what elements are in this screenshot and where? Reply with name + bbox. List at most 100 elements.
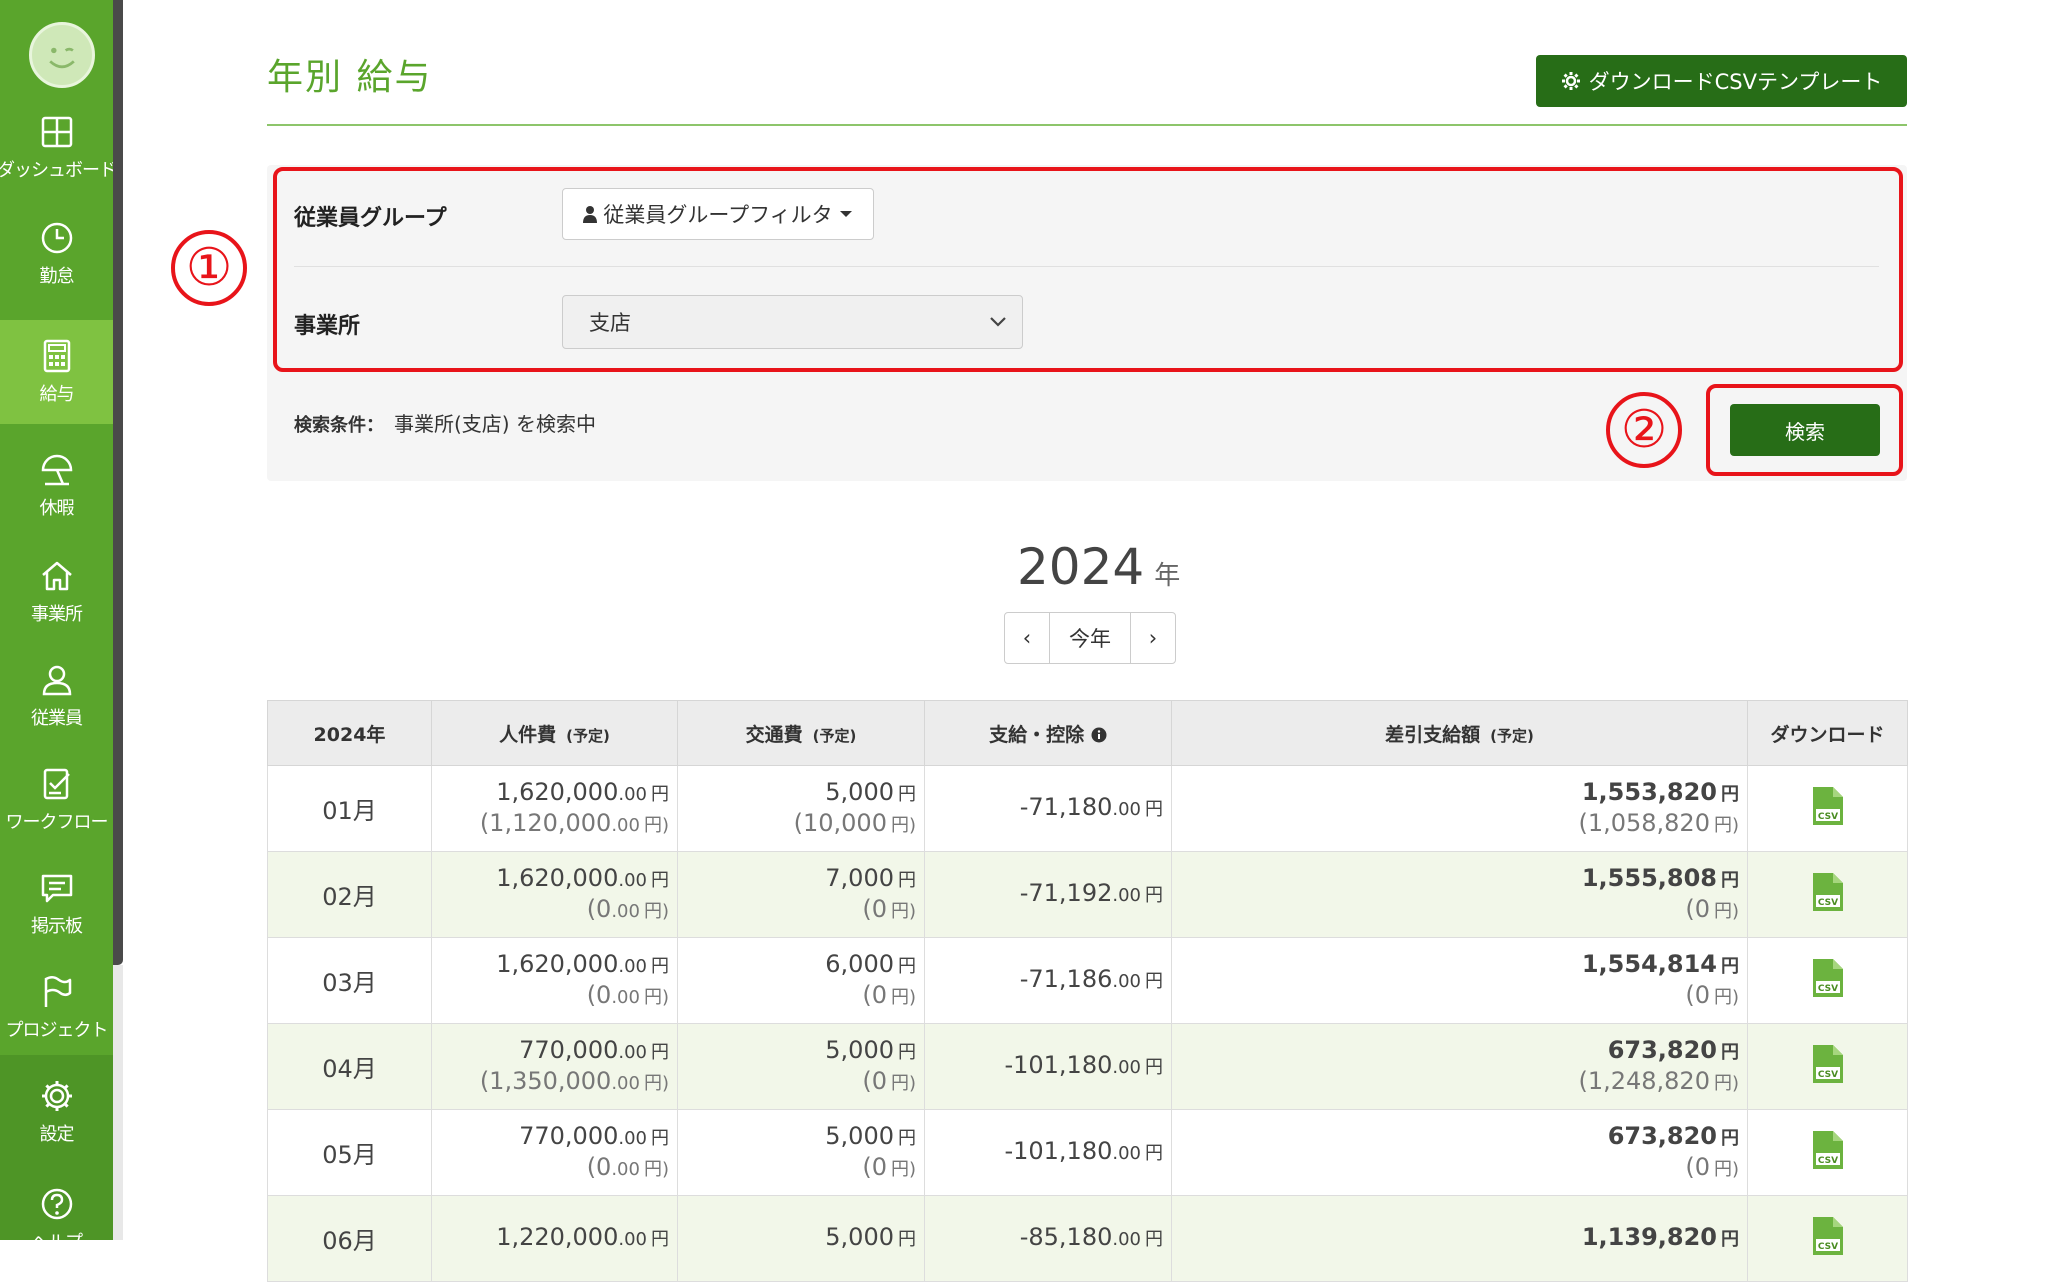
table-row: 06月 1,220,000.00 円 5,000 円 -85,180.00 円 1,139,8… (267, 1195, 1908, 1282)
csv-download-button[interactable]: CSV (1747, 1109, 1908, 1196)
column-header-transport: 交通費 (予定) (677, 700, 925, 766)
avatar[interactable] (29, 22, 95, 88)
sidebar-scroll-track (113, 965, 123, 1240)
net-pay-cell: 1,139,820 円 (1171, 1195, 1748, 1282)
column-header-payment: 支給・控除 (924, 700, 1172, 766)
net-pay-cell: 1,555,808 円 (0 円) (1171, 851, 1748, 938)
sidebar-item-payroll[interactable]: 給与 (0, 320, 113, 424)
month-link[interactable]: 02月 (267, 851, 432, 938)
csv-download-button[interactable]: CSV (1747, 1023, 1908, 1110)
sidebar-item-employee[interactable]: 従業員 (0, 644, 113, 748)
labor-cell: 770,000.00 円 (1,350,000.00 円) (431, 1023, 678, 1110)
svg-text:CSV: CSV (1817, 1242, 1837, 1252)
annotation-marker-1: ① (171, 230, 247, 306)
sidebar-scrollbar[interactable] (113, 0, 123, 965)
labor-cell: 1,220,000.00 円 (431, 1195, 678, 1282)
transport-cell: 5,000 円 (677, 1195, 925, 1282)
home-icon (41, 561, 72, 591)
title-divider (267, 124, 1907, 126)
table-row: 02月 1,620,000.00 円 (0.00 円) 7,000 円 (0 円) -71,192… (267, 851, 1908, 938)
transport-cell: 7,000 円 (0 円) (677, 851, 925, 938)
next-year-button[interactable]: › (1131, 613, 1175, 663)
chat-icon (41, 874, 72, 903)
sidebar-item-board[interactable]: 掲示板 (0, 852, 113, 956)
calculator-icon (43, 339, 70, 373)
month-link[interactable]: 01月 (267, 765, 432, 852)
dashboard-icon (41, 116, 72, 148)
sidebar-item-label: 従業員 (31, 708, 83, 729)
page-title: 年別 給与 (267, 57, 433, 98)
svg-text:CSV: CSV (1817, 1070, 1837, 1080)
sidebar-item-project[interactable]: プロジェクト (0, 956, 113, 1060)
svg-text:CSV: CSV (1817, 898, 1837, 908)
sidebar-item-label: ワークフロー (5, 812, 109, 833)
annotation-marker-2: ② (1606, 392, 1682, 468)
labor-cell: 1,620,000.00 円 (1,120,000.00 円) (431, 765, 678, 852)
sidebar-item-label: ヘルプ (31, 1232, 83, 1253)
sidebar: ダッシュボード 勤怠 給与 休暇 事業所 従業員 ワークフロー 掲示板 プロジェ… (0, 0, 123, 1253)
net-pay-cell: 1,553,820 円 (1,058,820 円) (1171, 765, 1748, 852)
svg-text:CSV: CSV (1817, 1156, 1837, 1166)
highlight-box-filters (273, 167, 1903, 372)
sidebar-item-label: 給与 (39, 384, 75, 405)
info-icon[interactable] (1091, 727, 1107, 743)
current-year-button[interactable]: 今年 (1049, 613, 1131, 663)
table-row: 05月 770,000.00 円 (0.00 円) 5,000 円 (0 円) -101,180.… (267, 1109, 1908, 1196)
sidebar-item-label: 掲示板 (31, 916, 83, 937)
table-row: 03月 1,620,000.00 円 (0.00 円) 6,000 円 (0 円) -71,186… (267, 937, 1908, 1024)
search-condition-label: 検索条件： (294, 415, 384, 436)
csv-file-icon: CSV (1812, 872, 1843, 911)
payment-deduction-cell: -101,180.00 円 (924, 1109, 1172, 1196)
csv-download-button[interactable]: CSV (1747, 851, 1908, 938)
clock-icon (41, 222, 72, 254)
month-link[interactable]: 04月 (267, 1023, 432, 1110)
csv-file-icon: CSV (1812, 786, 1843, 825)
help-icon (41, 1188, 72, 1220)
sidebar-item-vacation[interactable]: 休暇 (0, 434, 113, 538)
sidebar-item-attendance[interactable]: 勤怠 (0, 202, 113, 306)
table-row: 01月 1,620,000.00 円 (1,120,000.00 円) 5,000 円 (10… (267, 765, 1908, 852)
column-header-labor: 人件費 (予定) (431, 700, 678, 766)
smiley-icon (49, 47, 75, 69)
table-header-row: 2024年 人件費 (予定) 交通費 (予定) 支給・控除 差引支給額 (予定) ダウ… (267, 700, 1908, 766)
transport-cell: 5,000 円 (0 円) (677, 1109, 925, 1196)
sidebar-item-label: 設定 (39, 1124, 75, 1145)
csv-file-icon: CSV (1812, 1216, 1843, 1255)
sidebar-item-workflow[interactable]: ワークフロー (0, 748, 113, 852)
csv-file-icon: CSV (1812, 958, 1843, 997)
sidebar-item-label: 休暇 (39, 498, 75, 519)
sidebar-item-dashboard[interactable]: ダッシュボード (0, 96, 117, 200)
transport-cell: 5,000 円 (0 円) (677, 1023, 925, 1110)
csv-download-button[interactable]: CSV (1747, 937, 1908, 1024)
gear-icon (1561, 72, 1580, 90)
column-header-net: 差引支給額 (予定) (1171, 700, 1748, 766)
month-link[interactable]: 05月 (267, 1109, 432, 1196)
search-condition: 検索条件： 事業所(支店) を検索中 (294, 408, 596, 437)
sidebar-item-label: 事業所 (31, 604, 83, 625)
month-link[interactable]: 03月 (267, 937, 432, 1024)
sidebar-item-help[interactable]: ヘルプ (0, 1168, 113, 1272)
sidebar-item-office[interactable]: 事業所 (0, 540, 113, 644)
prev-year-button[interactable]: ‹ (1005, 613, 1049, 663)
sidebar-item-settings[interactable]: 設定 (0, 1060, 113, 1164)
year-navigator: ‹ 今年 › (1004, 612, 1176, 664)
year-value: 2024 (1017, 538, 1145, 596)
net-pay-cell: 673,820 円 (1,248,820 円) (1171, 1023, 1748, 1110)
umbrella-icon (41, 454, 72, 486)
column-header-year: 2024年 (267, 700, 432, 766)
year-display: 2024 年 (1017, 538, 1180, 596)
download-csv-template-button[interactable]: ダウンロードCSVテンプレート (1536, 55, 1907, 107)
flag-icon (44, 976, 71, 1007)
search-condition-text: 事業所(支店) を検索中 (394, 412, 596, 436)
sidebar-item-label: プロジェクト (5, 1020, 109, 1041)
highlight-box-search (1706, 384, 1903, 476)
column-header-download: ダウンロード (1747, 700, 1908, 766)
csv-download-button[interactable]: CSV (1747, 765, 1908, 852)
csv-download-button[interactable]: CSV (1747, 1195, 1908, 1282)
month-link[interactable]: 06月 (267, 1195, 432, 1282)
net-pay-cell: 673,820 円 (0 円) (1171, 1109, 1748, 1196)
payment-deduction-cell: -71,186.00 円 (924, 937, 1172, 1024)
labor-cell: 1,620,000.00 円 (0.00 円) (431, 937, 678, 1024)
svg-text:CSV: CSV (1817, 984, 1837, 994)
annual-payroll-table: 2024年 人件費 (予定) 交通費 (予定) 支給・控除 差引支給額 (予定) ダウ… (267, 700, 1908, 1282)
